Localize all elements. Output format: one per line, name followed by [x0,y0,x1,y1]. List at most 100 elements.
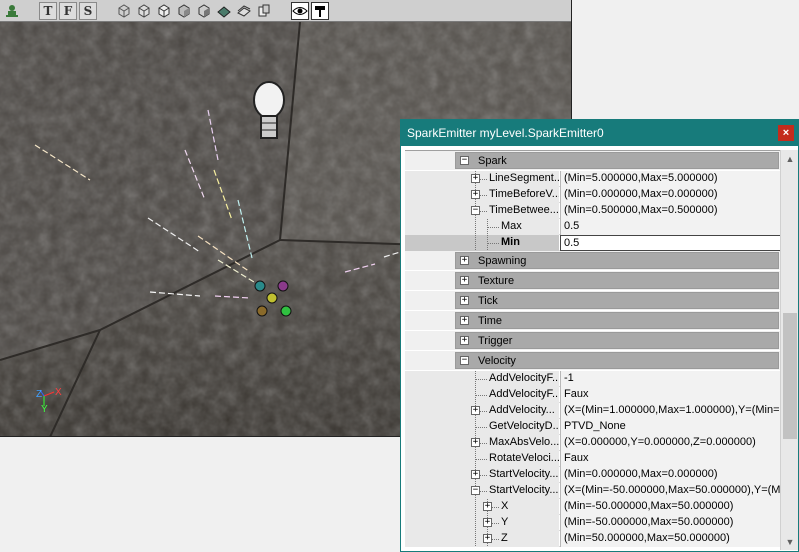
close-icon[interactable]: × [778,125,794,141]
category-spark[interactable]: − Spark [405,151,781,171]
zone-view-icon[interactable] [135,2,153,20]
property-window-titlebar[interactable]: SparkEmitter myLevel.SparkEmitter0 × [401,120,798,146]
property-name-cell[interactable]: AddVelocityF... [405,387,559,403]
property-value[interactable]: (Min=-50.000000,Max=50.000000) [560,515,781,531]
property-row[interactable]: + LineSegment... (Min=5.000000,Max=5.00000… [405,171,781,187]
lighting-view-icon[interactable] [215,2,233,20]
category-bar[interactable]: + Tick [455,292,779,309]
property-name-cell[interactable]: + TimeBeforeV... [405,187,559,203]
property-name-cell[interactable]: + AddVelocity... [405,403,559,419]
category-spawning[interactable]: + Spawning [405,251,781,271]
property-value[interactable]: 0.5 [560,219,781,235]
collapse-icon[interactable]: − [460,156,469,165]
category-bar[interactable]: + Spawning [455,252,779,269]
property-value[interactable]: -1 [560,371,781,387]
property-name-cell[interactable]: + X [405,499,559,515]
category-bar[interactable]: + Trigger [455,332,779,349]
property-row[interactable]: GetVelocityD... PTVD_None [405,419,781,435]
category-time[interactable]: + Time [405,311,781,331]
property-row[interactable]: + Y (Min=-50.000000,Max=50.000000) [405,515,781,531]
expand-icon[interactable]: + [483,534,492,543]
view-front-button[interactable]: F [59,1,77,20]
expand-icon[interactable]: + [471,174,480,183]
property-row[interactable]: Min 0.5 [405,235,781,251]
expand-icon[interactable]: + [460,276,469,285]
category-velocity[interactable]: − Velocity [405,351,781,371]
textured-view-icon[interactable] [175,2,193,20]
depth-view-icon[interactable] [255,2,273,20]
expand-icon[interactable]: + [460,256,469,265]
property-value[interactable]: (X=(Min=-50.000000,Max=50.000000),Y=(Mi.… [560,483,781,499]
property-value[interactable]: Faux [560,387,781,403]
property-value[interactable]: (Min=-50.000000,Max=50.000000) [560,499,781,515]
property-name-cell[interactable]: Max [405,219,559,235]
collapse-icon[interactable]: − [471,486,480,495]
property-value[interactable]: (X=(Min=1.000000,Max=1.000000),Y=(Min=..… [560,403,781,419]
eye-icon[interactable] [291,1,309,20]
collapse-icon[interactable]: − [460,356,469,365]
property-name-cell[interactable]: Min [405,235,559,251]
wireframe-view-icon[interactable] [115,2,133,20]
property-row[interactable]: AddVelocityF... -1 [405,371,781,387]
view-top-button[interactable]: T [39,1,57,20]
property-row[interactable]: − StartVelocity... (X=(Min=-50.000000,Max=… [405,483,781,499]
scroll-down-icon[interactable]: ▼ [781,533,799,550]
lock-camera-icon[interactable] [311,1,329,20]
property-row[interactable]: + StartVelocity... (Min=0.000000,Max=0.000… [405,467,781,483]
property-row[interactable]: + TimeBeforeV... (Min=0.000000,Max=0.00000… [405,187,781,203]
property-name-cell[interactable]: + StartVelocity... [405,467,559,483]
property-value[interactable]: PTVD_None [560,419,781,435]
expand-icon[interactable]: + [460,336,469,345]
property-name-cell[interactable]: RotateVeloci... [405,451,559,467]
property-window[interactable]: SparkEmitter myLevel.SparkEmitter0 × − Sp… [400,119,799,552]
vertical-scrollbar[interactable]: ▲ ▼ [780,150,798,550]
property-name-cell[interactable]: + Y [405,515,559,531]
expand-icon[interactable]: + [483,518,492,527]
property-row[interactable]: RotateVeloci... Faux [405,451,781,467]
property-row[interactable]: Max 0.5 [405,219,781,235]
property-value[interactable]: (Min=5.000000,Max=5.000000) [560,171,781,187]
property-name-cell[interactable]: + Z [405,531,559,547]
category-bar[interactable]: + Texture [455,272,779,289]
expand-icon[interactable]: + [460,316,469,325]
expand-icon[interactable]: + [471,406,480,415]
property-value-input[interactable]: 0.5 [560,235,781,251]
expand-icon[interactable]: + [471,438,480,447]
category-tick[interactable]: + Tick [405,291,781,311]
property-name-cell[interactable]: GetVelocityD... [405,419,559,435]
expand-icon[interactable]: + [483,502,492,511]
scroll-up-icon[interactable]: ▲ [781,150,799,167]
property-value[interactable]: (Min=0.000000,Max=0.000000) [560,467,781,483]
property-name-cell[interactable]: + MaxAbsVelo... [405,435,559,451]
property-row[interactable]: + MaxAbsVelo... (X=0.000000,Y=0.000000,Z=0… [405,435,781,451]
category-texture[interactable]: + Texture [405,271,781,291]
surface-view-icon[interactable] [235,2,253,20]
view-side-button[interactable]: S [79,1,97,20]
property-value[interactable]: (Min=0.000000,Max=0.000000) [560,187,781,203]
collapse-icon[interactable]: − [471,206,480,215]
property-name-cell[interactable]: AddVelocityF... [405,371,559,387]
category-bar[interactable]: − Velocity [455,352,779,369]
category-bar[interactable]: + Time [455,312,779,329]
property-name-cell[interactable]: + LineSegment... [405,171,559,187]
brush-view-icon[interactable] [155,2,173,20]
property-name-cell[interactable]: − TimeBetwee... [405,203,559,219]
expand-icon[interactable]: + [471,470,480,479]
actor-icon[interactable] [3,2,21,20]
lit-view-icon[interactable] [195,2,213,20]
scroll-thumb[interactable] [783,313,797,439]
property-name-cell[interactable]: − StartVelocity... [405,483,559,499]
property-value[interactable]: (X=0.000000,Y=0.000000,Z=0.000000) [560,435,781,451]
property-row[interactable]: + AddVelocity... (X=(Min=1.000000,Max=1.00… [405,403,781,419]
property-value[interactable]: (Min=0.500000,Max=0.500000) [560,203,781,219]
expand-icon[interactable]: + [471,190,480,199]
property-value[interactable]: Faux [560,451,781,467]
expand-icon[interactable]: + [460,296,469,305]
property-row[interactable]: + Z (Min=50.000000,Max=50.000000) [405,531,781,547]
category-trigger[interactable]: + Trigger [405,331,781,351]
property-row[interactable]: + X (Min=-50.000000,Max=50.000000) [405,499,781,515]
property-value[interactable]: (Min=50.000000,Max=50.000000) [560,531,781,547]
property-row[interactable]: − TimeBetwee... (Min=0.500000,Max=0.500000… [405,203,781,219]
category-bar[interactable]: − Spark [455,152,779,169]
property-row[interactable]: AddVelocityF... Faux [405,387,781,403]
